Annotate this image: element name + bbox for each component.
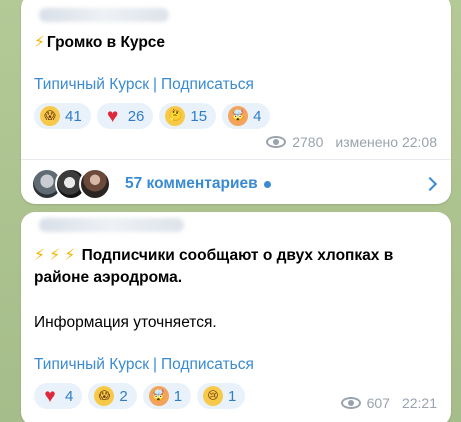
- link-separator: |: [153, 76, 158, 93]
- message-text: ⚡ Громко в Курсе: [34, 34, 166, 51]
- message-card: ⚡ ⚡ ⚡ Подписчики сообщают о двух хлопках…: [21, 212, 451, 422]
- channel-link[interactable]: Типичный Курск: [34, 76, 149, 93]
- blurred-author-name: [39, 8, 169, 22]
- reaction-count: 1: [173, 387, 183, 405]
- thinking-face-icon: 🤔: [165, 106, 186, 126]
- reaction-chip[interactable]: 🤯 4: [222, 103, 271, 129]
- comments-label-wrap: 57 комментариев: [125, 175, 271, 193]
- reaction-count: 15: [190, 107, 208, 125]
- reaction-count: 1: [228, 387, 237, 405]
- subscribe-link[interactable]: Подписаться: [161, 356, 254, 373]
- edited-time: изменено 22:08: [335, 134, 437, 150]
- reaction-chip[interactable]: ♥ 26: [96, 103, 154, 129]
- eye-icon: [340, 397, 361, 409]
- eye-icon: [266, 136, 287, 148]
- exploding-head-icon: 🤯: [148, 386, 169, 406]
- reaction-chip[interactable]: 🤯 1: [142, 383, 192, 409]
- reaction-chip[interactable]: ♥ 4: [34, 383, 83, 409]
- face-screaming-icon: 😱: [40, 106, 60, 126]
- comments-count: 57 комментариев: [125, 175, 258, 192]
- face-screaming-icon: 😱: [94, 386, 115, 406]
- view-count: 607: [366, 395, 390, 411]
- blurred-author-name: [39, 218, 184, 232]
- reaction-count: 4: [253, 107, 262, 125]
- reactions-bar: 😱 41 ♥ 26 🤔 15 🤯 4: [34, 103, 271, 129]
- reaction-count: 26: [127, 107, 145, 125]
- reaction-count: 4: [65, 387, 74, 405]
- reaction-chip[interactable]: 🤔 15: [159, 103, 217, 129]
- link-separator: |: [153, 356, 158, 373]
- message-headline: Подписчики сообщают о двух хлопках в рай…: [34, 247, 394, 286]
- reaction-count: 2: [119, 387, 128, 405]
- message-time: 22:21: [401, 395, 437, 411]
- message-text: ⚡ ⚡ ⚡ Подписчики сообщают о двух хлопках…: [34, 245, 437, 289]
- unread-dot-icon: [263, 180, 271, 188]
- channel-link[interactable]: Типичный Курск: [34, 356, 149, 373]
- exploding-head-icon: 🤯: [228, 106, 249, 126]
- reaction-chip[interactable]: 😱 2: [88, 383, 137, 409]
- message-body: Информация уточняется.: [34, 314, 217, 331]
- reaction-chip[interactable]: 😱 41: [34, 103, 91, 129]
- subscribe-link[interactable]: Подписаться: [161, 76, 254, 93]
- crying-face-icon: 😢: [203, 386, 224, 406]
- view-count: 2780: [292, 134, 324, 150]
- red-heart-icon: ♥: [107, 105, 119, 127]
- message-card: ⚡ Громко в Курсе Типичный Курск | Подписать…: [21, 0, 451, 204]
- reaction-chip[interactable]: 😢 1: [197, 383, 246, 409]
- channel-link-line: Типичный Курск | Подписаться: [34, 76, 254, 94]
- message-meta: 2780 изменено 22:08: [266, 134, 437, 150]
- message-meta: 607 22:21: [340, 395, 437, 411]
- chevron-right-icon: [422, 176, 438, 192]
- channel-link-line: Типичный Курск | Подписаться: [34, 356, 254, 374]
- reactions-bar: ♥ 4 😱 2 🤯 1 😢 1: [34, 383, 246, 409]
- commenter-avatars: [31, 168, 111, 200]
- lightning-icon: ⚡ ⚡ ⚡: [34, 247, 76, 264]
- avatar: [79, 168, 111, 200]
- comments-button[interactable]: 57 комментариев: [21, 160, 451, 208]
- lightning-icon: ⚡: [34, 34, 45, 51]
- reaction-count: 41: [65, 107, 82, 125]
- red-heart-icon: ♥: [44, 385, 56, 407]
